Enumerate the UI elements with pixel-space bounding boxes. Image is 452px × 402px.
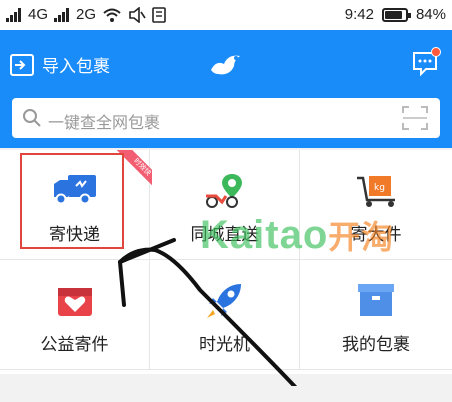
signal-icon [54, 7, 70, 22]
watermark-cn: 开淘 [328, 219, 395, 255]
watermark-latin: Kaitao [200, 213, 329, 257]
message-button[interactable] [412, 47, 441, 77]
grid-item-charity[interactable]: 公益寄件 [0, 260, 150, 370]
wifi-icon [103, 8, 121, 22]
grid-item-my-packages[interactable]: 我的包裹 [300, 260, 452, 370]
signal-icon [6, 7, 21, 22]
grid-item-label: 我的包裹 [342, 335, 410, 355]
bottom-divider [0, 386, 452, 402]
heart-box-icon [57, 288, 92, 316]
rocket-icon [206, 284, 241, 318]
grid-item-label: 公益寄件 [40, 335, 109, 355]
clock: 9:42 [344, 6, 374, 23]
battery-percent: 84% [415, 6, 446, 23]
grid-item-time-machine[interactable]: 时光机 [150, 260, 300, 370]
import-icon [10, 53, 34, 76]
scan-icon[interactable] [402, 106, 428, 130]
search-placeholder: 一键查全网包裹 [48, 113, 161, 132]
status-bar: 4G 2G 9:42 84% [0, 0, 452, 30]
app-header: 导入包裹 一键查全网包裹 [0, 30, 452, 148]
network-type-1: 4G [28, 6, 49, 23]
map-pin-scooter-icon [205, 174, 242, 208]
highlight-box-annotation [20, 153, 124, 249]
search-icon [23, 109, 41, 127]
grid-item-label: 时光机 [199, 335, 250, 355]
notification-icon [152, 6, 166, 23]
big-package-cart-icon: kg [357, 176, 395, 207]
network-type-2: 2G [76, 6, 97, 23]
import-package-label: 导入包裹 [42, 57, 110, 77]
search-bar[interactable]: 一键查全网包裹 [12, 98, 440, 138]
import-package-button[interactable]: 导入包裹 [10, 52, 110, 77]
app-logo-bird-icon [211, 55, 240, 75]
watermark: Kaitao开淘 [200, 212, 394, 258]
unread-badge [431, 47, 441, 57]
svg-text:kg: kg [374, 183, 385, 193]
package-box-icon [358, 284, 394, 316]
silent-mode-icon [129, 6, 146, 23]
battery-icon [381, 7, 411, 22]
